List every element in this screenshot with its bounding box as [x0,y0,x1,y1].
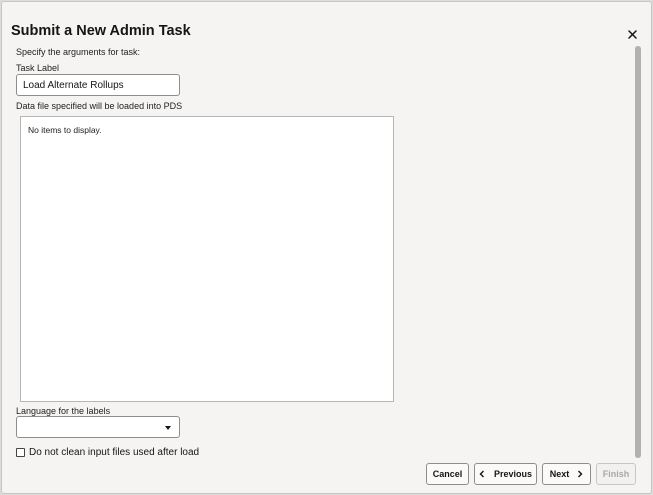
empty-list-message: No items to display. [28,125,102,135]
language-select[interactable] [16,416,180,438]
task-label-input[interactable] [16,74,180,96]
no-clean-label: Do not clean input files used after load [29,447,200,458]
chevron-left-icon [479,470,484,478]
no-clean-option[interactable]: Do not clean input files used after load [16,447,199,458]
data-file-list[interactable]: No items to display. [20,116,394,402]
dialog-subtitle: Specify the arguments for task: [16,47,141,57]
no-clean-checkbox[interactable] [16,448,25,457]
previous-button-label: Previous [493,469,533,479]
dialog-scrollbar[interactable] [635,46,641,458]
task-label-label: Task Label [16,63,60,73]
dialog-title: Submit a New Admin Task [11,23,191,39]
chevron-right-icon [578,470,583,478]
finish-button[interactable]: Finish [596,463,636,485]
close-button[interactable] [622,24,642,44]
scrollbar-thumb[interactable] [635,46,641,458]
finish-button-label: Finish [602,469,630,479]
next-button[interactable]: Next [542,463,591,485]
previous-button[interactable]: Previous [474,463,537,485]
admin-task-dialog: Submit a New Admin Task Specify the argu… [1,1,652,494]
cancel-button[interactable]: Cancel [426,463,469,485]
next-button-label: Next [549,469,570,479]
cancel-button-label: Cancel [432,469,463,479]
chevron-down-icon [165,426,171,430]
data-file-label: Data file specified will be loaded into … [16,101,183,111]
language-label: Language for the labels [16,406,111,416]
close-icon [627,29,637,39]
